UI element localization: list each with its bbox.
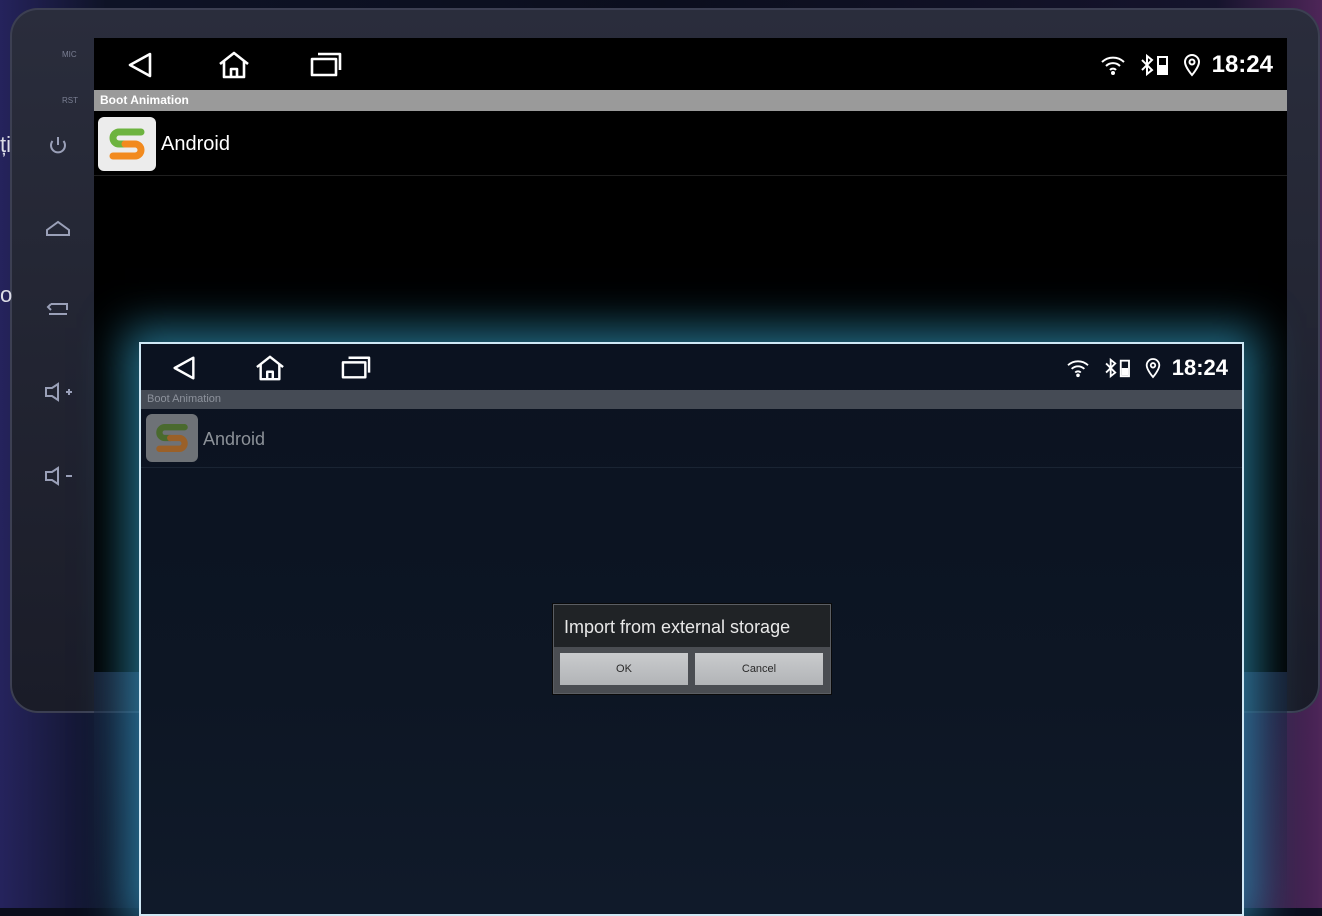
overlay-status-indicators: 18:24 [1064,353,1228,383]
overlay-nav-back-button[interactable] [169,354,205,384]
status-indicators: 18:24 [1098,50,1273,80]
back-triangle-icon [173,356,195,380]
back-icon [46,303,68,315]
nav-back-button[interactable] [124,50,160,80]
bluetooth-battery-icon [1105,357,1130,379]
nav-recents-button[interactable] [308,50,344,80]
overlay-app-title: Boot Animation [147,393,221,405]
overlay-app-title-bar: Boot Animation [141,390,1242,409]
cancel-button[interactable]: Cancel [695,653,823,685]
overlay-nav-recents-button[interactable] [339,354,375,384]
navigation-status-bar: 18:24 [94,38,1287,90]
volume-down-icon [45,466,72,486]
recents-icon [310,52,342,77]
list-item-label: Android [161,133,230,155]
power-icon [50,137,66,154]
ok-button[interactable]: OK [560,653,688,685]
overlay-status-bar: 18:24 [141,344,1242,390]
recents-icon [341,356,371,379]
overlay-status-clock: 18:24 [1171,355,1228,380]
edge-text-fragment-2: o [0,282,13,307]
overlay-list-item[interactable]: Android [141,409,1242,468]
back-hardware-button[interactable] [36,294,80,326]
overlay-screenshot: 18:24 Boot Animation Android Import from… [139,342,1244,916]
location-icon [1183,54,1200,77]
wifi-icon [1100,56,1125,75]
status-clock: 18:24 [1211,51,1273,78]
power-hardware-button[interactable] [36,130,80,162]
app-title: Boot Animation [100,93,189,107]
import-dialog: Import from external storage OK Cancel [553,604,831,694]
list-item[interactable]: Android [94,111,1287,176]
bluetooth-battery-icon [1140,53,1168,77]
volume-up-icon [45,382,72,402]
overlay-app-logo-icon [146,414,198,462]
back-triangle-icon [128,52,152,78]
mic-label: MIC [62,50,77,59]
app-logo-icon [98,117,156,171]
volume-up-hardware-button[interactable] [36,376,80,408]
app-title-bar: Boot Animation [94,90,1287,111]
home-icon [219,51,249,79]
dialog-title: Import from external storage [564,617,791,637]
overlay-nav-home-button[interactable] [253,354,289,384]
dialog-button-bar: OK Cancel [554,647,830,693]
wifi-icon [1067,360,1089,378]
volume-down-hardware-button[interactable] [36,460,80,492]
home-hardware-button[interactable] [36,212,80,244]
rst-label: RST [62,96,78,105]
edge-text-fragment: ți [0,132,11,157]
location-icon [1145,358,1160,379]
home-icon [46,220,70,236]
nav-home-button[interactable] [216,50,252,80]
home-icon [256,355,284,381]
overlay-list-item-label: Android [203,429,266,449]
